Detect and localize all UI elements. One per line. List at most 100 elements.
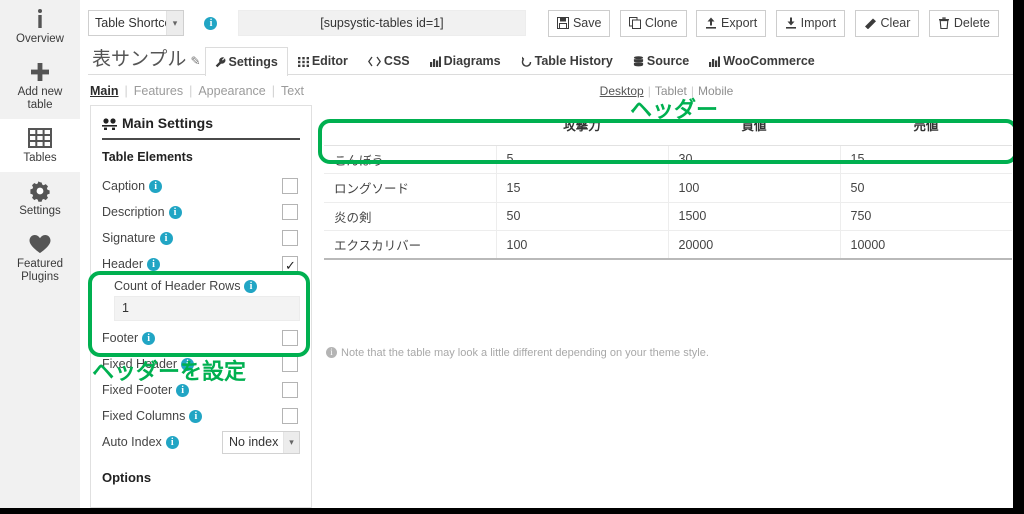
table-cell: 750 [839,202,1012,231]
table-cell: 50 [839,173,1012,203]
tab-label: Diagrams [443,54,501,68]
fixed-footer-checkbox[interactable] [282,382,298,398]
device-desktop[interactable]: Desktop [596,84,648,98]
tab-diagrams[interactable]: Diagrams [420,46,511,75]
tab-label: CSS [383,54,410,68]
header-checkbox[interactable] [282,253,298,279]
info-circle-icon[interactable]: i [142,332,156,345]
subtab-features[interactable]: Features [128,84,189,98]
sidebar-item-label: Settings [19,205,61,217]
toolbar: Table Shortcode ▾ i [supsystic-tables id… [80,0,1013,46]
info-circle-icon[interactable]: i [149,180,163,193]
code-icon [367,56,381,67]
option-row-description[interactable]: Description i [102,199,300,225]
option-row-auto-index[interactable]: Auto Index i No index ▾ [102,429,300,458]
info-circle-icon[interactable]: i [147,258,160,271]
info-icon [2,7,78,31]
info-circle-icon: i [326,347,337,358]
table-grid-icon [2,126,78,150]
footer-checkbox[interactable] [282,330,298,346]
table-name-text: 表サンプル [92,49,187,70]
tab-css[interactable]: CSS [358,46,420,75]
preview-note: i Note that the table may look a little d… [326,347,709,359]
option-row-footer[interactable]: Footer i [102,325,300,351]
info-circle-icon[interactable]: i [189,410,203,423]
table-cell: 100 [667,173,840,203]
option-row-caption[interactable]: Caption i [102,173,300,199]
clear-button[interactable]: Clear [854,10,920,37]
option-row-signature[interactable]: Signature i [102,225,300,251]
sidebar-item-featured-plugins[interactable]: Featured Plugins [0,225,80,291]
info-circle-icon[interactable]: i [159,232,173,245]
sidebar-item-add-new-table[interactable]: Add new table [0,53,80,119]
gear-icon [2,179,78,203]
table-row: こんぼう 5 30 15 [324,145,1012,174]
tab-settings[interactable]: Settings [204,47,288,76]
page-frame-bottom [0,508,1024,514]
toolbar-buttons: Save Clone Export Import Clear Delete [543,10,999,37]
option-label: Fixed Header i [102,357,195,371]
subtab-text[interactable]: Text [275,84,310,98]
pencil-icon[interactable]: ✎ [190,54,200,68]
count-of-header-rows-label: Count of Header Rows i [114,279,300,293]
fixed-columns-checkbox[interactable] [282,408,298,424]
option-label: Fixed Columns i [102,409,203,423]
info-circle-icon[interactable]: i [181,358,195,371]
table-row: 炎の剣 50 1500 750 [324,202,1012,231]
auto-index-value: No index [229,435,279,449]
table-name[interactable]: 表サンプル ✎ [88,46,205,75]
delete-button[interactable]: Delete [928,10,999,37]
tab-label: Table History [534,54,613,68]
info-circle-icon[interactable]: i [244,280,258,293]
sliders-icon [102,118,117,130]
device-tablet[interactable]: Tablet [651,84,691,98]
sidebar-item-label: Overview [16,33,64,45]
table-cell: 炎の剣 [324,202,496,231]
save-button[interactable]: Save [547,10,611,37]
tab-woocommerce[interactable]: WooCommerce [699,46,824,75]
sidebar-item-tables[interactable]: Tables [0,119,80,172]
fixed-header-checkbox[interactable] [282,356,298,372]
shortcode-type-select[interactable]: Table Shortcode ▾ [88,10,184,36]
device-mobile[interactable]: Mobile [694,84,737,98]
info-circle-icon[interactable]: i [176,384,190,397]
options-section-title: Options [102,470,152,485]
shortcode-value-field[interactable]: [supsystic-tables id=1] [237,10,526,36]
subtab-main[interactable]: Main [90,84,124,98]
description-checkbox[interactable] [282,204,298,220]
option-label: Description i [102,205,182,219]
plus-icon [2,60,78,84]
clone-button[interactable]: Clone [619,10,687,37]
option-row-fixed-header[interactable]: Fixed Header i [102,351,300,377]
tab-label: Source [646,54,690,68]
tab-source[interactable]: Source [623,46,699,75]
export-button[interactable]: Export [696,10,767,37]
page-frame-right [1013,0,1024,514]
option-label: Signature i [102,231,173,245]
option-row-header[interactable]: Header i [102,251,300,279]
sidebar-item-overview[interactable]: Overview [0,0,80,53]
option-row-fixed-columns[interactable]: Fixed Columns i [102,403,300,429]
table-cell: 20000 [667,230,840,260]
auto-index-select[interactable]: No index ▾ [222,431,300,454]
info-circle-icon[interactable]: i [165,436,179,449]
table-cell: 1500 [667,202,840,231]
info-circle-icon[interactable]: i [204,16,218,30]
signature-checkbox[interactable] [282,230,298,246]
info-circle-icon[interactable]: i [168,206,182,219]
subtab-appearance[interactable]: Appearance [192,84,271,98]
caption-checkbox[interactable] [282,178,298,194]
count-of-header-rows-input[interactable]: 1 [114,296,300,321]
tab-table-history[interactable]: Table History [511,46,623,75]
option-row-fixed-footer[interactable]: Fixed Footer i [102,377,300,403]
table-header-cell [324,105,496,146]
tab-editor[interactable]: Editor [288,46,358,75]
button-label: Import [800,16,837,30]
table-cell: 10000 [839,230,1012,260]
import-button[interactable]: Import [775,10,846,37]
table-cell: ロングソード [324,173,496,203]
button-label: Clear [880,16,911,30]
tab-label: Settings [228,55,278,69]
table-cell: 15 [495,173,668,203]
sidebar-item-settings[interactable]: Settings [0,172,80,225]
